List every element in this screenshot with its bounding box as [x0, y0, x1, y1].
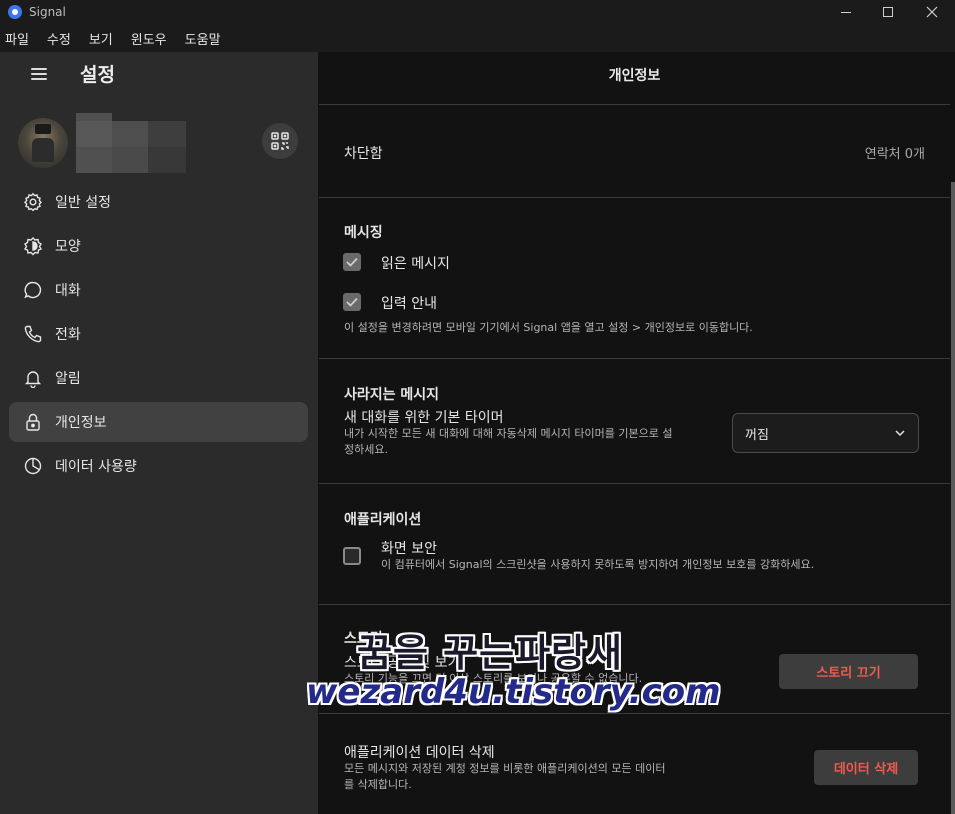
sidebar-item-label: 데이터 사용량 — [55, 459, 137, 475]
default-timer-desc-line1: 내가 시작한 모든 새 대화에 대해 자동삭제 메시지 타이머를 기본으로 설 — [344, 427, 673, 440]
checkmark-icon — [346, 257, 358, 267]
sidebar-item-label: 모양 — [55, 239, 81, 255]
default-timer-select[interactable]: 꺼짐 — [732, 413, 919, 453]
bell-icon — [24, 371, 42, 388]
chat-icon — [24, 281, 42, 299]
appearance-icon — [23, 237, 43, 256]
read-receipts-label[interactable]: 읽은 메시지 — [381, 253, 450, 273]
read-receipts-checkbox[interactable] — [343, 253, 361, 271]
default-timer-desc-line2: 정하세요. — [344, 443, 388, 456]
delete-data-desc-line2: 를 삭제합니다. — [344, 778, 412, 791]
title-bar: Signal — [0, 0, 955, 24]
delete-data-desc-line1: 모든 메시지와 저장된 계정 정보를 비롯한 애플리케이션의 모든 데이터 — [344, 762, 666, 775]
sidebar-item-chats[interactable]: 대화 — [9, 270, 308, 310]
phone-icon — [24, 325, 42, 343]
hamburger-menu-icon[interactable] — [31, 68, 47, 80]
gear-icon — [24, 192, 42, 212]
sidebar-item-notifications[interactable]: 알림 — [9, 358, 308, 398]
screen-security-label[interactable]: 화면 보안 — [381, 538, 437, 558]
divider — [319, 713, 950, 714]
sidebar-item-data-usage[interactable]: 데이터 사용량 — [9, 446, 308, 486]
checkmark-icon — [346, 297, 358, 307]
typing-indicators-label[interactable]: 입력 안내 — [381, 293, 437, 313]
divider — [319, 197, 950, 198]
default-timer-value: 꺼짐 — [745, 427, 769, 443]
sidebar-item-general[interactable]: 일반 설정 — [9, 182, 308, 222]
application-heading: 애플리케이션 — [344, 512, 422, 528]
screen-security-checkbox[interactable] — [343, 547, 361, 565]
qr-code-icon — [271, 132, 289, 150]
lock-icon — [26, 413, 40, 431]
divider — [319, 483, 950, 484]
typing-indicators-checkbox[interactable] — [343, 293, 361, 311]
menu-edit[interactable]: 수정 — [47, 29, 71, 48]
divider — [319, 604, 950, 605]
menu-help[interactable]: 도움말 — [185, 29, 221, 48]
minimize-button[interactable] — [823, 0, 869, 24]
divider — [319, 358, 950, 359]
page-title: 개인정보 — [608, 68, 661, 84]
watermark-text: 꿈을 꾸는파랑새 — [357, 631, 623, 675]
close-button[interactable] — [909, 0, 955, 24]
sidebar-item-label: 전화 — [55, 327, 81, 343]
delete-data-label: 애플리케이션 데이터 삭제 — [344, 745, 495, 761]
qr-code-button[interactable] — [262, 123, 298, 159]
maximize-button[interactable] — [865, 0, 911, 24]
divider — [319, 104, 950, 105]
chevron-down-icon — [895, 430, 905, 437]
menu-view[interactable]: 보기 — [89, 29, 113, 48]
sidebar-item-label: 일반 설정 — [55, 195, 111, 211]
close-icon — [926, 6, 938, 18]
pie-chart-icon — [24, 457, 42, 475]
sidebar-item-calls[interactable]: 전화 — [9, 314, 308, 354]
maximize-icon — [883, 7, 893, 17]
messaging-heading: 메시징 — [344, 225, 383, 241]
scrollbar-thumb[interactable] — [951, 182, 955, 814]
avatar[interactable] — [18, 118, 68, 168]
sidebar-item-privacy[interactable]: 개인정보 — [9, 402, 308, 442]
sidebar-item-label: 개인정보 — [55, 415, 107, 431]
profile-name-redacted[interactable] — [76, 113, 186, 175]
sidebar-item-label: 대화 — [55, 283, 81, 299]
disappearing-heading: 사라지는 메시지 — [344, 387, 440, 403]
sidebar: 설정 일반 설정 모양 대화 전화 알림 개인정보 데이터 사용량 — [0, 52, 318, 814]
screen-security-desc: 이 컴퓨터에서 Signal의 스크린샷을 사용하지 못하도록 방지하여 개인정… — [381, 558, 815, 571]
sidebar-item-appearance[interactable]: 모양 — [9, 226, 308, 266]
sidebar-title: 설정 — [80, 64, 115, 86]
default-timer-label: 새 대화를 위한 기본 타이머 — [344, 410, 504, 426]
sidebar-item-label: 알림 — [55, 371, 81, 387]
minimize-icon — [841, 11, 851, 13]
delete-data-button[interactable]: 데이터 삭제 — [814, 750, 918, 785]
turn-off-stories-button[interactable]: 스토리 끄기 — [779, 654, 918, 689]
menu-file[interactable]: 파일 — [5, 29, 29, 48]
menu-window[interactable]: 윈도우 — [131, 29, 167, 48]
blocked-label[interactable]: 차단함 — [344, 143, 383, 163]
window-title: Signal — [29, 5, 66, 19]
watermark-url: wezard4u.tistory.com — [306, 672, 721, 712]
settings-nav: 일반 설정 모양 대화 전화 알림 개인정보 데이터 사용량 — [9, 182, 308, 490]
signal-logo-icon — [8, 5, 22, 19]
messaging-note: 이 설정을 변경하려면 모바일 기기에서 Signal 앱을 열고 설정 > 개… — [344, 321, 753, 334]
menu-bar: 파일 수정 보기 윈도우 도움말 — [0, 24, 955, 52]
blocked-count[interactable]: 연락처 0개 — [865, 143, 925, 162]
